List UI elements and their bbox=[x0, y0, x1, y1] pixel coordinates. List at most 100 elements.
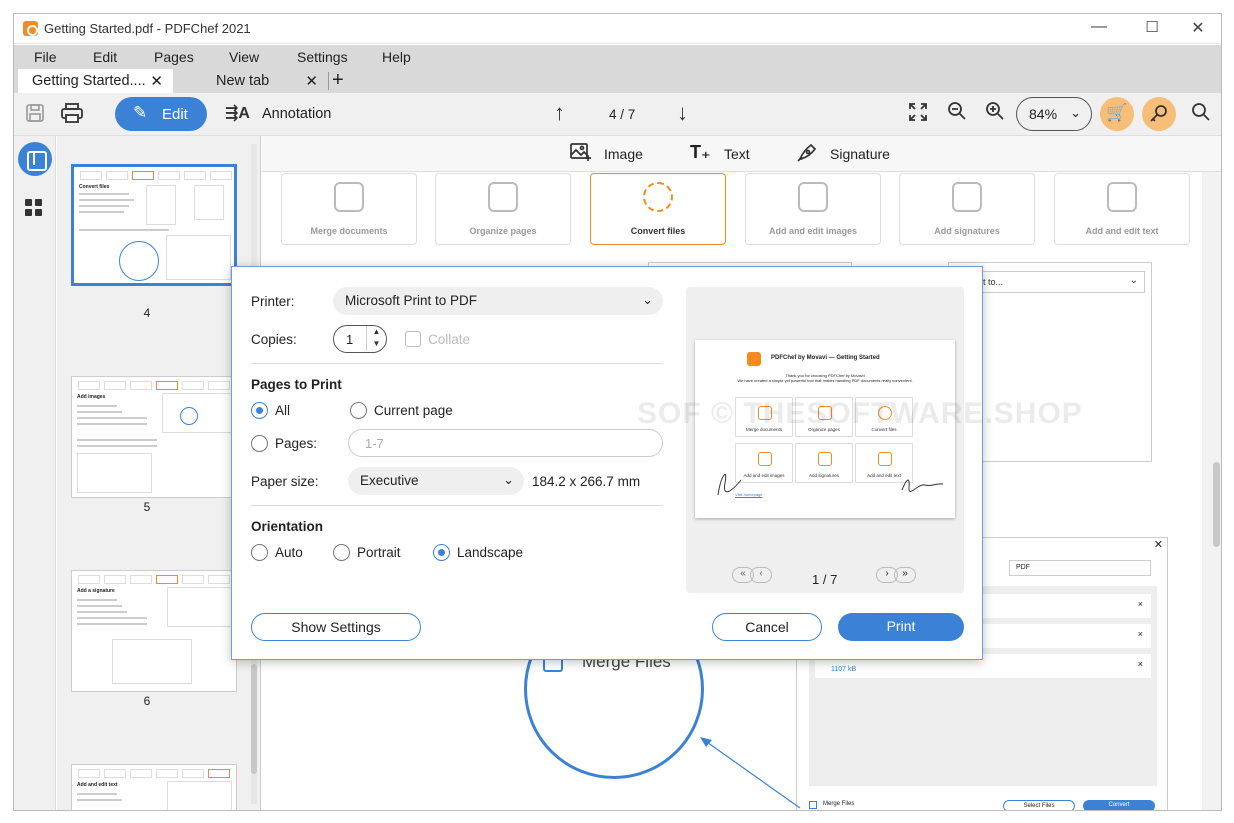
orientation-landscape-label: Landscape bbox=[457, 545, 524, 560]
zoom-out-icon[interactable] bbox=[947, 101, 967, 127]
copies-value: 1 bbox=[346, 332, 354, 347]
minimize-icon[interactable]: — bbox=[1079, 18, 1119, 36]
show-settings-button[interactable]: Show Settings bbox=[251, 613, 421, 641]
card-add-edit-text: Add and edit text bbox=[1054, 173, 1190, 245]
maximize-icon[interactable]: ☐ bbox=[1132, 18, 1172, 36]
zoom-value: 84% bbox=[1029, 106, 1058, 122]
card-organize-pages: Organize pages bbox=[435, 173, 571, 245]
image-tool-icon[interactable] bbox=[570, 142, 592, 167]
text-doc-icon bbox=[1107, 182, 1137, 212]
orientation-landscape-radio[interactable] bbox=[433, 544, 450, 561]
cancel-button[interactable]: Cancel bbox=[712, 613, 822, 641]
zoom-in-icon[interactable] bbox=[985, 101, 1005, 127]
close-icon[interactable]: ✕ bbox=[1178, 18, 1218, 38]
orientation-portrait-radio[interactable] bbox=[333, 544, 350, 561]
all-pages-radio[interactable] bbox=[251, 402, 268, 419]
edit-tools-bar: Image T₊ Text Signature bbox=[262, 136, 1221, 172]
mock-input: PDF bbox=[1009, 560, 1151, 576]
preview-subtitle-2: We have created a simple yet powerful to… bbox=[737, 378, 913, 383]
tab-close-icon[interactable]: ✕ bbox=[150, 72, 163, 90]
thumb-heading: Convert files bbox=[79, 184, 110, 190]
print-dialog: Printer: Microsoft Print to PDF ⌄ Copies… bbox=[231, 266, 1082, 660]
paper-dimensions: 184.2 x 266.7 mm bbox=[532, 474, 641, 489]
mock-merge-label: Merge Files bbox=[823, 801, 855, 807]
text-tool-label[interactable]: Text bbox=[724, 146, 750, 162]
scrollbar-thumb[interactable] bbox=[251, 664, 257, 774]
previous-page-arrow-icon[interactable]: ↑ bbox=[554, 100, 565, 126]
thumbnail-page-6[interactable]: Add a signature bbox=[71, 570, 237, 692]
stepper-arrows-icon[interactable]: ▲ ▼ bbox=[366, 326, 386, 351]
tab-getting-started[interactable]: Getting Started.... ✕ bbox=[18, 69, 173, 93]
orientation-heading: Orientation bbox=[251, 519, 324, 534]
chevron-down-icon: ⌄ bbox=[642, 292, 653, 307]
menu-view[interactable]: View bbox=[229, 49, 259, 65]
collate-checkbox[interactable] bbox=[405, 331, 421, 347]
preview-logo-icon bbox=[747, 352, 761, 366]
new-tab-plus-icon[interactable]: + bbox=[332, 69, 344, 92]
menu-file[interactable]: File bbox=[34, 49, 57, 65]
last-page-icon[interactable]: » bbox=[894, 567, 916, 583]
document-scrollbar[interactable] bbox=[1210, 172, 1221, 810]
edit-mode-button[interactable]: ✎ Edit bbox=[115, 97, 207, 131]
current-page-radio[interactable] bbox=[350, 402, 367, 419]
pages-range-radio[interactable] bbox=[251, 435, 268, 452]
printer-select[interactable]: Microsoft Print to PDF ⌄ bbox=[333, 287, 663, 315]
print-button[interactable]: Print bbox=[838, 613, 964, 641]
tab-new-tab[interactable]: New tab ✕ bbox=[202, 69, 328, 93]
activation-key-icon[interactable] bbox=[1142, 97, 1176, 131]
mock-convert: Convert bbox=[1083, 800, 1155, 810]
convert-icon bbox=[643, 182, 673, 212]
orientation-auto-radio[interactable] bbox=[251, 544, 268, 561]
edit-label: Edit bbox=[162, 106, 188, 123]
menu-settings[interactable]: Settings bbox=[297, 49, 348, 65]
scrollbar-thumb[interactable] bbox=[1213, 462, 1220, 547]
mock-checkbox bbox=[809, 801, 817, 809]
pages-range-input[interactable]: 1-7 bbox=[348, 429, 663, 457]
image-icon bbox=[798, 182, 828, 212]
paper-size-select[interactable]: Executive ⌄ bbox=[348, 467, 524, 495]
pages-grid-icon[interactable] bbox=[25, 199, 43, 217]
copies-stepper[interactable]: 1 ▲ ▼ bbox=[333, 325, 387, 353]
paper-size-value: Executive bbox=[360, 473, 419, 488]
zoom-select[interactable]: 84% ⌄ bbox=[1016, 97, 1092, 131]
thumbnails-panel-icon[interactable] bbox=[18, 142, 52, 176]
tab-close-icon[interactable]: ✕ bbox=[305, 72, 318, 90]
image-tool-label[interactable]: Image bbox=[604, 146, 643, 162]
save-icon[interactable] bbox=[25, 103, 45, 129]
thumb-heading: Add and edit text bbox=[77, 782, 118, 788]
previous-page-icon[interactable]: ‹ bbox=[750, 567, 772, 583]
page-indicator[interactable]: 4 / 7 bbox=[609, 107, 635, 122]
annotation-mode-button[interactable]: Annotation bbox=[262, 106, 331, 122]
left-sidebar bbox=[14, 136, 56, 810]
pages-range-placeholder: 1-7 bbox=[365, 436, 384, 451]
next-page-arrow-icon[interactable]: ↓ bbox=[677, 100, 688, 126]
text-tool-icon[interactable]: T₊ bbox=[690, 142, 711, 163]
thumbnail-page-5[interactable]: Add images bbox=[71, 376, 237, 498]
signature-tool-icon[interactable] bbox=[797, 142, 819, 167]
annotation-icon[interactable]: ⇶A bbox=[225, 103, 250, 123]
watermark: SOF © THESOFTWARE.SHOP bbox=[637, 397, 1083, 430]
signature-scribble-icon bbox=[901, 479, 944, 492]
print-preview: PDFChef by Movavi — Getting Started Than… bbox=[686, 287, 964, 593]
mock-select-files: Select Files bbox=[1003, 800, 1075, 810]
orientation-portrait-label: Portrait bbox=[357, 545, 401, 560]
menu-pages[interactable]: Pages bbox=[154, 49, 194, 65]
pencil-icon: ✎ bbox=[133, 103, 148, 122]
menu-bar: File Edit Pages View Settings Help bbox=[14, 45, 1221, 69]
card-add-signatures: Add signatures bbox=[899, 173, 1035, 245]
printer-icon[interactable] bbox=[61, 103, 83, 129]
thumbnail-number: 5 bbox=[143, 500, 151, 514]
printer-label: Printer: bbox=[251, 294, 295, 309]
tab-divider bbox=[328, 72, 329, 90]
fit-page-icon[interactable] bbox=[908, 102, 928, 128]
menu-help[interactable]: Help bbox=[382, 49, 411, 65]
organize-icon bbox=[488, 182, 518, 212]
thumb-heading: Add images bbox=[77, 394, 106, 400]
signature-tool-label[interactable]: Signature bbox=[830, 146, 890, 162]
collate-label: Collate bbox=[428, 332, 471, 347]
menu-edit[interactable]: Edit bbox=[93, 49, 117, 65]
search-icon[interactable] bbox=[1191, 102, 1211, 128]
thumbnail-page-7[interactable]: Add and edit text bbox=[71, 764, 237, 810]
thumbnail-page-4[interactable]: Convert files bbox=[71, 164, 237, 286]
cart-icon[interactable]: 🛒 bbox=[1100, 97, 1134, 131]
